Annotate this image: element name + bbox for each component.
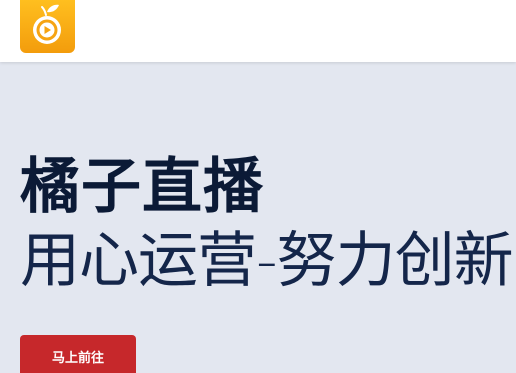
- page: 橘子直播 用心运营-努力创新 马上前往: [0, 0, 516, 373]
- top-bar: [0, 0, 516, 62]
- logo[interactable]: [20, 0, 75, 53]
- go-now-button[interactable]: 马上前往: [20, 335, 136, 373]
- hero-subtitle: 用心运营-努力创新: [20, 226, 514, 296]
- orange-play-logo-icon: [33, 4, 61, 44]
- hero-title: 橘子直播: [20, 152, 264, 222]
